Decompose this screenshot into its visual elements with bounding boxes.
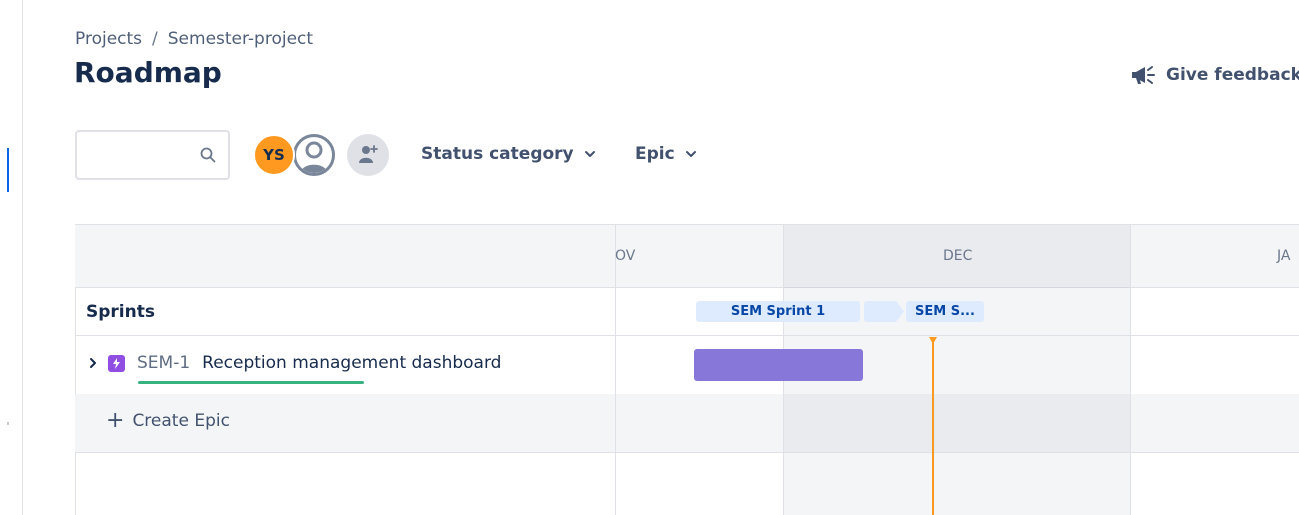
sprint-label: SEM S...: [915, 304, 975, 319]
sprint-label: SEM Sprint 1: [730, 304, 826, 319]
epic-icon: [108, 354, 125, 372]
breadcrumb-projects[interactable]: Projects: [75, 29, 142, 49]
epic-filter-label: Epic: [635, 144, 675, 164]
page-title: Roadmap: [74, 56, 222, 89]
sprints-row-label: Sprints: [86, 302, 155, 322]
lightning-icon: [113, 357, 120, 369]
list-column-divider[interactable]: [615, 225, 616, 515]
month-label-jan: JA: [1277, 248, 1291, 264]
add-person-icon: [359, 145, 378, 163]
add-people-button[interactable]: [347, 134, 389, 176]
epic-timeline-bar[interactable]: [694, 349, 863, 381]
search-icon: [200, 147, 216, 163]
sprint-bar[interactable]: SEM S...: [906, 301, 984, 322]
sidebar-edge: [22, 0, 23, 515]
give-feedback-label: Give feedback: [1166, 65, 1299, 85]
status-category-filter[interactable]: Status category: [421, 144, 596, 164]
epic-progress-underline: [138, 381, 364, 384]
chevron-down-icon: [584, 151, 595, 157]
avatar-initials: YS: [263, 146, 285, 164]
today-marker-arrow: [929, 337, 937, 344]
plus-icon: +: [106, 408, 125, 433]
give-feedback-button[interactable]: Give feedback: [1130, 63, 1299, 87]
epic-summary[interactable]: Reception management dashboard: [202, 353, 501, 373]
status-category-label: Status category: [421, 144, 574, 164]
create-epic-button[interactable]: + Create Epic: [106, 408, 230, 433]
avatar-ys[interactable]: YS: [253, 134, 295, 176]
sidebar-divider-dot: [7, 422, 9, 425]
epic-list-item[interactable]: SEM-1 Reception management dashboard: [86, 353, 501, 373]
user-icon: [301, 141, 327, 173]
month-label-dec: DEC: [943, 248, 973, 264]
megaphone-icon: [1132, 66, 1155, 84]
row-divider: [75, 335, 1299, 336]
roadmap-page: Projects / Semester-project Roadmap Give…: [0, 0, 1299, 515]
avatar-unassigned[interactable]: [293, 134, 335, 176]
row-divider: [75, 452, 1299, 453]
breadcrumb-separator: /: [152, 29, 158, 49]
epic-filter[interactable]: Epic: [635, 144, 697, 164]
chevron-down-icon: [685, 151, 696, 157]
sprint-bar-connector: [864, 301, 904, 322]
create-epic-label: Create Epic: [132, 411, 230, 431]
breadcrumb: Projects / Semester-project: [75, 29, 313, 49]
sidebar-resize-handle[interactable]: [7, 148, 9, 192]
breadcrumb-project[interactable]: Semester-project: [168, 29, 313, 49]
epic-key[interactable]: SEM-1: [137, 353, 190, 373]
chevron-right-icon[interactable]: [86, 356, 100, 370]
search-box: [75, 130, 230, 180]
today-marker-line: [932, 342, 934, 515]
month-divider: [1130, 225, 1131, 515]
sprint-bar[interactable]: SEM Sprint 1: [696, 301, 860, 322]
search-input[interactable]: [83, 140, 197, 172]
month-label-nov: OV: [615, 248, 636, 264]
